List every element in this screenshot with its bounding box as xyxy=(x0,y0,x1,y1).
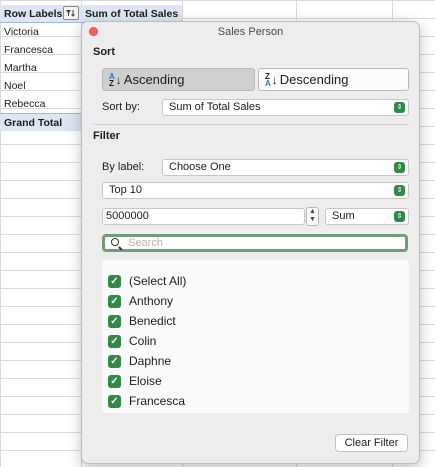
list-item-label: Anthony xyxy=(129,294,174,308)
checkbox-checked-icon[interactable]: ✓ xyxy=(108,394,121,408)
amount-value: 5000000 xyxy=(106,210,149,222)
filter-dropdown-icon[interactable] xyxy=(63,6,79,20)
list-item-label: Colin xyxy=(129,334,157,348)
select-chevron-icon: ⇕ xyxy=(394,185,405,196)
filter-heading: Filter xyxy=(93,130,120,142)
list-item[interactable]: ✓ Daphne xyxy=(108,352,171,370)
sort-by-value: Sum of Total Sales xyxy=(169,101,261,113)
aggregate-value: Sum xyxy=(332,210,355,222)
row-label: Francesca xyxy=(4,44,54,56)
sort-ascending-button[interactable]: AZ ↓ Ascending xyxy=(102,68,255,91)
list-item[interactable]: ✓ Anthony xyxy=(108,292,173,310)
pivot-row[interactable]: Victoria xyxy=(0,23,81,41)
checkbox-checked-icon[interactable]: ✓ xyxy=(108,294,121,308)
down-arrow-icon: ↓ xyxy=(115,72,122,87)
list-item-label: (Select All) xyxy=(129,274,187,288)
sales-person-filter-panel: Sales Person Sort AZ ↓ Ascending ZA ↓ De… xyxy=(81,21,420,464)
by-label-label: By label: xyxy=(102,161,145,173)
panel-titlebar: Sales Person xyxy=(82,22,419,42)
pivot-row[interactable]: Francesca xyxy=(0,41,81,59)
list-item[interactable]: ✓ Eloise xyxy=(108,372,162,390)
grand-total-label: Grand Total xyxy=(4,117,63,129)
list-item-label: Eloise xyxy=(129,374,162,388)
top-filter-value: Top 10 xyxy=(109,184,143,196)
pivot-row[interactable]: Rebecca xyxy=(0,95,81,113)
top-filter-select[interactable]: Top 10 ⇕ xyxy=(102,182,409,199)
divider xyxy=(93,124,409,125)
down-arrow-icon: ↓ xyxy=(271,72,278,87)
sort-az-icon: AZ xyxy=(109,71,115,88)
row-label: Rebecca xyxy=(4,98,46,110)
search-placeholder: Search xyxy=(128,237,163,249)
descending-label: Descending xyxy=(279,72,349,87)
pivot-row[interactable]: Noel xyxy=(0,77,81,95)
amount-stepper[interactable]: ▲ ▼ xyxy=(306,207,319,226)
amount-input[interactable]: 5000000 xyxy=(102,208,305,225)
list-item-label: Daphne xyxy=(129,354,172,368)
pivot-row[interactable]: Martha xyxy=(0,59,81,77)
sort-heading: Sort xyxy=(93,46,115,58)
list-item[interactable]: ✓ Benedict xyxy=(108,312,176,330)
row-label: Noel xyxy=(4,80,26,92)
by-label-value: Choose One xyxy=(169,161,231,173)
select-chevron-icon: ⇕ xyxy=(394,211,405,222)
list-item-label: Francesca xyxy=(129,394,186,408)
clear-filter-button[interactable]: Clear Filter xyxy=(335,434,408,452)
checkbox-checked-icon[interactable]: ✓ xyxy=(108,334,121,348)
sort-descending-button[interactable]: ZA ↓ Descending xyxy=(258,68,409,91)
sort-by-select[interactable]: Sum of Total Sales ⇕ xyxy=(162,99,409,116)
list-item[interactable]: ✓ Colin xyxy=(108,332,156,350)
row-label: Martha xyxy=(4,62,37,74)
close-icon[interactable] xyxy=(89,27,98,36)
ascending-label: Ascending xyxy=(123,72,185,87)
panel-title: Sales Person xyxy=(217,26,284,38)
checkbox-checked-icon[interactable]: ✓ xyxy=(108,314,121,328)
list-item[interactable]: ✓ (Select All) xyxy=(108,272,186,290)
sort-by-label: Sort by: xyxy=(102,101,140,113)
aggregate-select[interactable]: Sum ⇕ xyxy=(325,208,409,225)
row-labels-header-text: Row Labels xyxy=(4,8,63,20)
checkbox-checked-icon[interactable]: ✓ xyxy=(108,274,121,288)
search-input[interactable]: Search xyxy=(102,234,408,252)
select-chevron-icon: ⇕ xyxy=(394,162,405,173)
row-label: Victoria xyxy=(4,26,39,38)
by-label-select[interactable]: Choose One ⇕ xyxy=(162,159,409,176)
checkbox-checked-icon[interactable]: ✓ xyxy=(108,354,121,368)
value-header-text: Sum of Total Sales xyxy=(85,8,179,20)
grand-total-row[interactable]: Grand Total xyxy=(0,113,81,131)
search-icon xyxy=(111,238,119,246)
sort-za-icon: ZA xyxy=(265,71,271,88)
select-chevron-icon: ⇕ xyxy=(394,102,405,113)
checkbox-checked-icon[interactable]: ✓ xyxy=(108,374,121,388)
list-item[interactable]: ✓ Francesca xyxy=(108,392,185,410)
list-item-label: Benedict xyxy=(129,314,176,328)
